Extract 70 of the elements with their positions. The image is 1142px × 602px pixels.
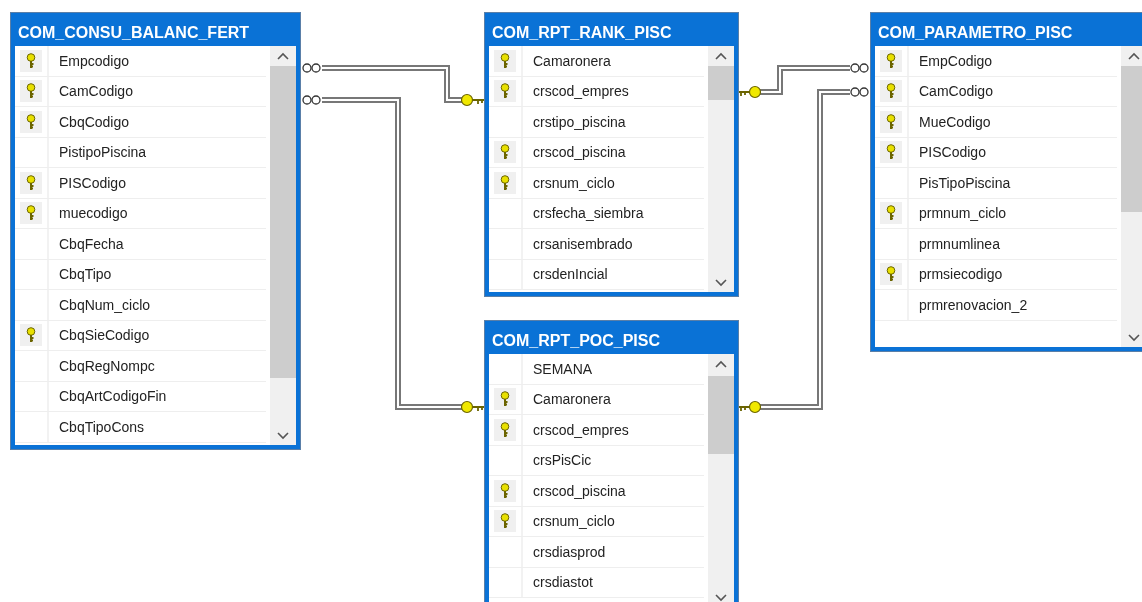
table-title: COM_CONSU_BALANC_FERT bbox=[17, 23, 251, 43]
infinity-icon bbox=[302, 63, 321, 73]
column-name[interactable]: crsdiastot bbox=[523, 574, 593, 591]
column-name[interactable]: MueCodigo bbox=[909, 113, 991, 130]
column-name[interactable]: crscod_piscina bbox=[523, 144, 626, 161]
column-name[interactable]: PISCodigo bbox=[909, 144, 986, 161]
scrollbar[interactable] bbox=[708, 354, 734, 602]
scrollbar-thumb[interactable] bbox=[708, 66, 734, 100]
chevron-up-icon[interactable] bbox=[714, 359, 728, 369]
scrollbar-thumb[interactable] bbox=[708, 376, 734, 454]
column-name[interactable]: PisTipoPiscina bbox=[909, 174, 1011, 191]
key-icon bbox=[738, 85, 762, 99]
table-title: COM_PARAMETRO_PISC bbox=[877, 23, 1074, 43]
column-name[interactable]: CbqRegNompc bbox=[49, 357, 155, 374]
infinity-icon bbox=[850, 63, 869, 73]
chevron-up-icon[interactable] bbox=[1127, 51, 1141, 61]
column-name[interactable]: crscod_empres bbox=[523, 83, 629, 100]
infinity-icon bbox=[302, 95, 321, 105]
column-name[interactable]: crscod_empres bbox=[523, 421, 629, 438]
column-name[interactable]: crsPisCic bbox=[523, 452, 592, 469]
scrollbar[interactable] bbox=[1121, 46, 1142, 347]
column-name[interactable]: crsdenIncial bbox=[523, 266, 608, 283]
column-name[interactable]: Camaronera bbox=[523, 52, 611, 69]
column-name[interactable]: prmnum_ciclo bbox=[909, 205, 1007, 222]
column-name[interactable]: CbqArtCodigoFin bbox=[49, 388, 167, 405]
chevron-down-icon[interactable] bbox=[714, 592, 728, 602]
column-name[interactable]: crstipo_piscina bbox=[523, 113, 626, 130]
column-name[interactable]: crscod_piscina bbox=[523, 482, 626, 499]
column-name[interactable]: Camaronera bbox=[523, 391, 611, 408]
column-name[interactable]: CamCodigo bbox=[909, 83, 993, 100]
column-name[interactable]: muecodigo bbox=[49, 205, 128, 222]
column-name[interactable]: crsfecha_siembra bbox=[523, 205, 644, 222]
column-name[interactable]: crsanisembrado bbox=[523, 235, 633, 252]
chevron-down-icon[interactable] bbox=[714, 277, 728, 287]
column-name[interactable]: Empcodigo bbox=[49, 52, 130, 69]
column-name[interactable]: CbqFecha bbox=[49, 235, 124, 252]
key-icon bbox=[460, 93, 485, 107]
chevron-up-icon[interactable] bbox=[714, 51, 728, 61]
table-box[interactable]: COM_CONSU_BALANC_FERT Empcodigo CamCodigo CbqCodigo PistipoPiscina PISCodigo muecodigo CbqFecha CbqTipo CbqNum_ciclo CbqSieCodigo CbqRegNompc CbqArtCodigoFin CbqTipoCons bbox=[10, 12, 301, 450]
scrollbar[interactable] bbox=[270, 46, 296, 445]
column-name[interactable]: EmpCodigo bbox=[909, 52, 993, 69]
key-icon bbox=[738, 400, 762, 414]
column-name[interactable]: CbqTipoCons bbox=[49, 418, 145, 435]
table-title: COM_RPT_POC_PISC bbox=[491, 331, 662, 351]
scrollbar-thumb[interactable] bbox=[270, 66, 296, 378]
column-name[interactable]: PISCodigo bbox=[49, 174, 126, 191]
column-name[interactable]: SEMANA bbox=[523, 360, 593, 377]
key-icon bbox=[460, 400, 485, 414]
table-box[interactable]: COM_PARAMETRO_PISC EmpCodigo CamCodigo MueCodigo PISCodigo PisTipoPiscina prmnum_ciclo prmnumlinea prmsiecodigo prmrenovacion_2 bbox=[870, 12, 1142, 352]
column-name[interactable]: PistipoPiscina bbox=[49, 144, 147, 161]
chevron-up-icon[interactable] bbox=[276, 51, 290, 61]
column-name[interactable]: prmnumlinea bbox=[909, 235, 1000, 252]
column-name[interactable]: CamCodigo bbox=[49, 83, 133, 100]
column-name[interactable]: crsdiasprod bbox=[523, 543, 606, 560]
column-name[interactable]: crsnum_ciclo bbox=[523, 513, 615, 530]
scrollbar[interactable] bbox=[708, 46, 734, 292]
table-box[interactable]: COM_RPT_RANK_PISC Camaronera crscod_empres crstipo_piscina crscod_piscina crsnum_ciclo crsfecha_siembra crsanisembrado crsdenIncial bbox=[484, 12, 739, 297]
chevron-down-icon[interactable] bbox=[1127, 332, 1141, 342]
table-title: COM_RPT_RANK_PISC bbox=[491, 23, 673, 43]
scrollbar-thumb[interactable] bbox=[1121, 66, 1142, 212]
column-name[interactable]: prmrenovacion_2 bbox=[909, 296, 1028, 313]
column-name[interactable]: CbqTipo bbox=[49, 266, 112, 283]
column-name[interactable]: prmsiecodigo bbox=[909, 266, 1003, 283]
column-name[interactable]: CbqSieCodigo bbox=[49, 327, 150, 344]
column-name[interactable]: crsnum_ciclo bbox=[523, 174, 615, 191]
infinity-icon bbox=[850, 87, 869, 97]
column-name[interactable]: CbqCodigo bbox=[49, 113, 130, 130]
table-box[interactable]: COM_RPT_POC_PISC SEMANA Camaronera crscod_empres crsPisCic crscod_piscina crsnum_ciclo crsdiasprod crsdiastot bbox=[484, 320, 739, 602]
column-name[interactable]: CbqNum_ciclo bbox=[49, 296, 151, 313]
chevron-down-icon[interactable] bbox=[276, 430, 290, 440]
